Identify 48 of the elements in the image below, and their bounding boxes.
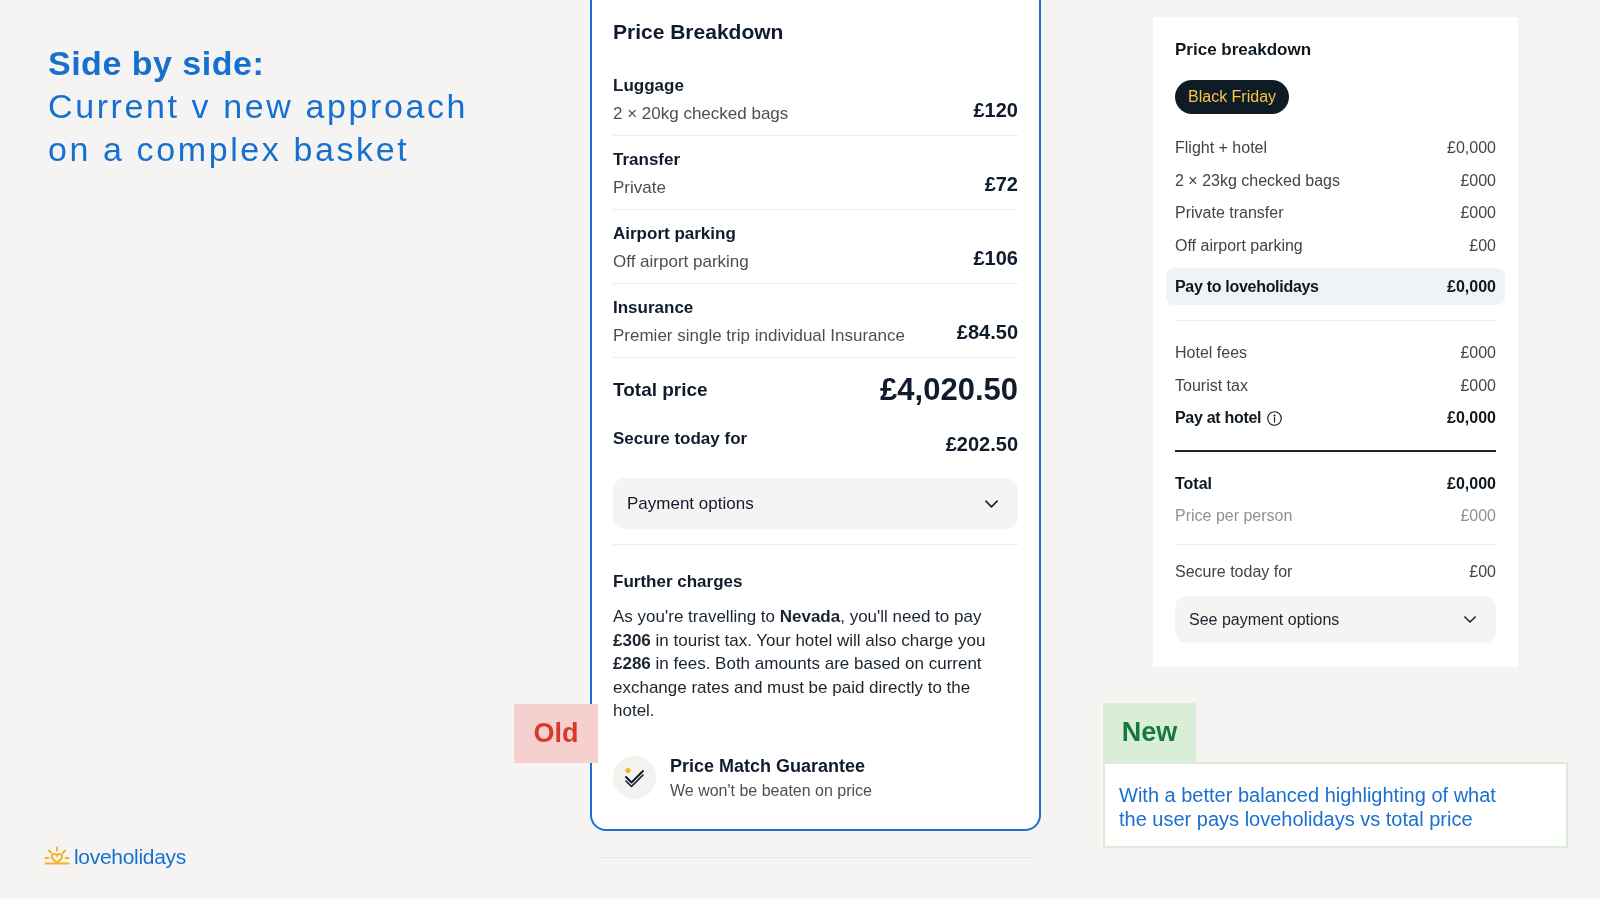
item-price: £84.50 <box>956 320 1018 344</box>
info-icon[interactable] <box>1267 410 1283 426</box>
card-title: Price breakdown <box>1175 39 1313 61</box>
price-label: Tourist tax <box>1175 375 1248 396</box>
price-amount: £0,000 <box>1447 473 1496 494</box>
item-price: £106 <box>973 246 1018 270</box>
price-label: Total <box>1175 473 1213 494</box>
sun-logo-icon <box>44 846 70 868</box>
chevron-down-icon <box>1464 616 1476 623</box>
promo-badge: Black Friday <box>1175 80 1290 114</box>
deposit-amount: £202.50 <box>945 432 1018 456</box>
category-label: Luggage <box>613 75 685 97</box>
caption-text: With a better balanced highlighting of what the user pays loveholidays vs total price <box>1119 783 1497 831</box>
guarantee-subtitle: We won't be beaten on price <box>670 780 872 801</box>
category-label: Airport parking <box>613 223 737 245</box>
price-label: Price per person <box>1175 506 1293 527</box>
version-label: New <box>1103 703 1196 762</box>
slide-subtitle: Current v new approach on a complex basket <box>48 86 470 170</box>
item-price: £72 <box>984 172 1018 196</box>
deposit-label: Secure today for <box>613 428 748 450</box>
card-title: Price Breakdown <box>613 19 785 45</box>
price-label: Secure today for <box>1175 561 1293 582</box>
item-description: Off airport parking <box>613 251 749 273</box>
slide-title: Side by side: <box>48 43 266 84</box>
payment-options-dropdown[interactable]: Payment options <box>613 478 1018 529</box>
item-price: £120 <box>973 98 1018 122</box>
price-amount: £000 <box>1460 506 1496 527</box>
chevron-down-icon <box>985 499 998 508</box>
price-amount: £00 <box>1469 561 1496 582</box>
price-amount: £000 <box>1460 343 1496 364</box>
check-badge-icon <box>613 756 656 799</box>
version-label: Old <box>514 704 598 763</box>
brand-name: loveholidays <box>74 845 186 869</box>
item-description: Premier single trip individual Insurance <box>613 325 905 347</box>
category-label: Transfer <box>613 149 681 171</box>
price-amount: £000 <box>1460 375 1496 396</box>
section-heading: Further charges <box>613 571 744 593</box>
price-label: Hotel fees <box>1175 343 1248 364</box>
guarantee-title: Price Match Guarantee <box>670 754 867 778</box>
payment-options-dropdown[interactable]: See payment options <box>1175 596 1496 643</box>
total-amount: £4,020.50 <box>880 372 1018 408</box>
price-amount: £0,000 <box>1447 408 1496 429</box>
category-label: Insurance <box>613 297 695 319</box>
charges-paragraph: As you're travelling to Nevada, you'll need to pay £306 in tourist tax. Your hotel will also charge you £286 in fees. Both amounts are based on current exchange rates and must be paid directly to the hotel. <box>613 606 987 722</box>
price-label: Pay at hotel <box>1175 408 1262 429</box>
item-description: 2 × 20kg checked bags <box>613 103 789 125</box>
total-label: Total price <box>613 378 708 402</box>
item-description: Private <box>613 177 667 199</box>
